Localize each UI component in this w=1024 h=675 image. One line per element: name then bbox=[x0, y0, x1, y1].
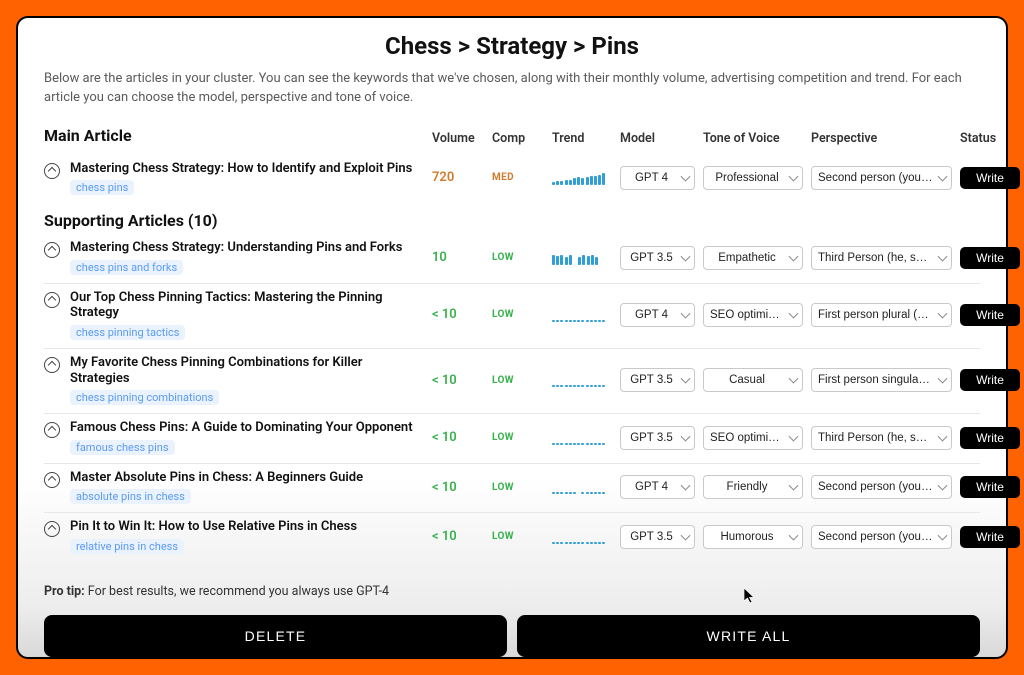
tone-select[interactable]: Friendly bbox=[703, 475, 803, 499]
trend-sparkline bbox=[552, 308, 612, 322]
article-title: Famous Chess Pins: A Guide to Dominating… bbox=[70, 420, 413, 436]
supporting-articles-list: Mastering Chess Strategy: Understanding … bbox=[44, 234, 980, 562]
trend-sparkline bbox=[552, 373, 612, 387]
article-title: Master Absolute Pins in Chess: A Beginne… bbox=[70, 470, 363, 486]
comp-value: LOW bbox=[492, 252, 544, 263]
perspective-select[interactable]: Second person (you, your) bbox=[811, 525, 952, 549]
write-button[interactable]: Write bbox=[960, 427, 1020, 449]
perspective-select[interactable]: First person singular (I, me, my) bbox=[811, 368, 952, 392]
write-button[interactable]: Write bbox=[960, 247, 1020, 269]
pro-tip: Pro tip: For best results, we recommend … bbox=[44, 584, 980, 599]
write-button[interactable]: Write bbox=[960, 304, 1020, 326]
article-title: Pin It to Win It: How to Use Relative Pi… bbox=[70, 519, 357, 535]
refresh-icon[interactable] bbox=[44, 292, 60, 308]
pro-tip-label: Pro tip: bbox=[44, 584, 85, 599]
main-article-header: Main Article bbox=[44, 126, 424, 145]
table-row: Our Top Chess Pinning Tactics: Mastering… bbox=[44, 283, 980, 348]
table-row: Master Absolute Pins in Chess: A Beginne… bbox=[44, 463, 980, 513]
write-button[interactable]: Write bbox=[960, 167, 1020, 189]
write-all-button[interactable]: WRITE ALL bbox=[517, 615, 980, 657]
tone-select[interactable]: Empathetic bbox=[703, 246, 803, 270]
perspective-select[interactable]: Second person (you, your) bbox=[811, 166, 952, 190]
column-headers: Main Article Volume Comp Trend Model Ton… bbox=[44, 126, 980, 151]
volume-value: 10 bbox=[432, 250, 484, 265]
trend-sparkline bbox=[552, 530, 612, 544]
article-title: Mastering Chess Strategy: Understanding … bbox=[70, 240, 402, 256]
model-select[interactable]: GPT 4 bbox=[620, 166, 695, 190]
comp-value: LOW bbox=[492, 482, 544, 493]
trend-sparkline bbox=[552, 251, 612, 265]
keyword-tag[interactable]: absolute pins in chess bbox=[70, 489, 191, 504]
col-volume: Volume bbox=[432, 131, 484, 146]
table-row: Mastering Chess Strategy: Understanding … bbox=[44, 234, 980, 283]
model-select[interactable]: GPT 3.5 bbox=[620, 426, 695, 450]
article-title: Mastering Chess Strategy: How to Identif… bbox=[70, 161, 412, 177]
cluster-card: Chess > Strategy > Pins Below are the ar… bbox=[16, 16, 1008, 659]
keyword-tag[interactable]: chess pinning tactics bbox=[70, 325, 185, 340]
tone-select[interactable]: Professional bbox=[703, 166, 803, 190]
col-trend: Trend bbox=[552, 131, 612, 146]
keyword-tag[interactable]: relative pins in chess bbox=[70, 539, 184, 554]
col-status: Status bbox=[960, 131, 1020, 146]
perspective-select[interactable]: Second person (you, your) bbox=[811, 475, 952, 499]
table-row: Famous Chess Pins: A Guide to Dominating… bbox=[44, 413, 980, 463]
model-select[interactable]: GPT 4 bbox=[620, 303, 695, 327]
tone-select[interactable]: Casual bbox=[703, 368, 803, 392]
tone-select[interactable]: Humorous bbox=[703, 525, 803, 549]
table-row: Pin It to Win It: How to Use Relative Pi… bbox=[44, 512, 980, 562]
breadcrumb: Chess > Strategy > Pins bbox=[44, 32, 980, 60]
model-select[interactable]: GPT 3.5 bbox=[620, 368, 695, 392]
col-comp: Comp bbox=[492, 131, 544, 146]
article-title: My Favorite Chess Pinning Combinations f… bbox=[70, 355, 424, 386]
comp-value: LOW bbox=[492, 309, 544, 320]
write-button[interactable]: Write bbox=[960, 526, 1020, 548]
model-select[interactable]: GPT 3.5 bbox=[620, 246, 695, 270]
col-perspective: Perspective bbox=[811, 131, 952, 146]
keyword-tag[interactable]: chess pins bbox=[70, 180, 134, 195]
write-button[interactable]: Write bbox=[960, 476, 1020, 498]
volume-value: < 10 bbox=[432, 480, 484, 495]
table-row: My Favorite Chess Pinning Combinations f… bbox=[44, 348, 980, 413]
col-tone: Tone of Voice bbox=[703, 131, 803, 146]
volume-value: < 10 bbox=[432, 529, 484, 544]
keyword-tag[interactable]: famous chess pins bbox=[70, 440, 175, 455]
refresh-icon[interactable] bbox=[44, 422, 60, 438]
refresh-icon[interactable] bbox=[44, 472, 60, 488]
write-button[interactable]: Write bbox=[960, 369, 1020, 391]
pro-tip-text: For best results, we recommend you alway… bbox=[85, 584, 389, 599]
trend-sparkline bbox=[552, 431, 612, 445]
model-select[interactable]: GPT 3.5 bbox=[620, 525, 695, 549]
refresh-icon[interactable] bbox=[44, 357, 60, 373]
model-select[interactable]: GPT 4 bbox=[620, 475, 695, 499]
trend-sparkline bbox=[552, 480, 612, 494]
col-model: Model bbox=[620, 131, 695, 146]
article-title: Our Top Chess Pinning Tactics: Mastering… bbox=[70, 290, 424, 321]
perspective-select[interactable]: Third Person (he, she, it, they) bbox=[811, 426, 952, 450]
perspective-select[interactable]: First person plural (we, us, our) bbox=[811, 303, 952, 327]
comp-value: LOW bbox=[492, 432, 544, 443]
comp-value: LOW bbox=[492, 531, 544, 542]
refresh-icon[interactable] bbox=[44, 163, 60, 179]
refresh-icon[interactable] bbox=[44, 521, 60, 537]
comp-value: LOW bbox=[492, 375, 544, 386]
tone-select[interactable]: SEO optimized (recommended) bbox=[703, 426, 803, 450]
tone-select[interactable]: SEO optimized (recommended) bbox=[703, 303, 803, 327]
main-article-row: Mastering Chess Strategy: How to Identif… bbox=[44, 155, 980, 204]
intro-text: Below are the articles in your cluster. … bbox=[44, 70, 980, 108]
volume-value: < 10 bbox=[432, 430, 484, 445]
comp-value: MED bbox=[492, 172, 544, 183]
refresh-icon[interactable] bbox=[44, 242, 60, 258]
perspective-select[interactable]: Third Person (he, she, it, they) bbox=[811, 246, 952, 270]
keyword-tag[interactable]: chess pins and forks bbox=[70, 260, 183, 275]
trend-sparkline bbox=[552, 171, 612, 185]
footer-actions: DELETE WRITE ALL bbox=[44, 599, 980, 657]
delete-button[interactable]: DELETE bbox=[44, 615, 507, 657]
volume-value: 720 bbox=[432, 170, 484, 185]
supporting-header: Supporting Articles (10) bbox=[44, 211, 980, 230]
keyword-tag[interactable]: chess pinning combinations bbox=[70, 390, 219, 405]
volume-value: < 10 bbox=[432, 373, 484, 388]
volume-value: < 10 bbox=[432, 307, 484, 322]
